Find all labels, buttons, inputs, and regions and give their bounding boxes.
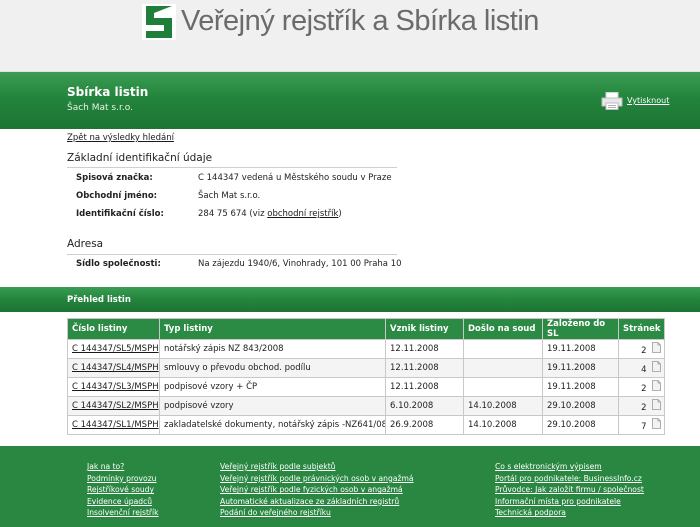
divider bbox=[67, 167, 397, 168]
business-name-value: Šach Mat s.r.o. bbox=[198, 191, 261, 201]
company-subtitle: Šach Mat s.r.o. bbox=[67, 103, 133, 113]
documents-table: Číslo listiny Typ listiny Vznik listiny … bbox=[67, 318, 665, 435]
document-number-link[interactable]: C 144347/SL2/MSPH bbox=[72, 401, 159, 411]
document-pages-cell: 4 bbox=[618, 358, 665, 378]
footer-link[interactable]: Technická podpora bbox=[495, 507, 644, 519]
document-icon[interactable] bbox=[652, 399, 661, 410]
footer-link[interactable]: Informační místa pro podnikatele bbox=[495, 496, 644, 508]
company-id-value: 284 75 674 (viz obchodní rejstřík) bbox=[198, 209, 342, 219]
site-footer: Jak na to? Podmínky provozu Rejstříkové … bbox=[0, 446, 700, 527]
footer-link[interactable]: Rejstříkové soudy bbox=[87, 484, 159, 496]
site-title: Veřejný rejstřík a Sbírka listin bbox=[181, 5, 539, 37]
document-pages-cell: 2 bbox=[618, 377, 665, 397]
table-row: C 144347/SL2/MSPH podpisové vzory 6.10.2… bbox=[67, 396, 665, 416]
table-header-row: Číslo listiny Typ listiny Vznik listiny … bbox=[67, 318, 665, 340]
back-to-results-link[interactable]: Zpět na výsledky hledání bbox=[67, 133, 174, 143]
document-number-link[interactable]: C 144347/SL4/MSPH bbox=[72, 363, 159, 373]
document-icon[interactable] bbox=[652, 361, 661, 372]
document-type: notářský zápis NZ 843/2008 bbox=[159, 339, 386, 359]
footer-link[interactable]: Evidence úpadců bbox=[87, 496, 159, 508]
document-filed: 19.11.2008 bbox=[542, 358, 619, 378]
footer-link[interactable]: Jak na to? bbox=[87, 461, 159, 473]
document-received bbox=[463, 339, 543, 359]
table-row: C 144347/SL1/MSPH zakladatelské dokument… bbox=[67, 415, 665, 435]
footer-column-help: Jak na to? Podmínky provozu Rejstříkové … bbox=[87, 461, 159, 519]
document-pages-cell: 2 bbox=[618, 339, 665, 359]
print-link[interactable]: Vytisknout bbox=[627, 96, 669, 105]
identification-heading: Základní identifikační údaje bbox=[67, 152, 213, 164]
document-type: podpisové vzory + ČP bbox=[159, 377, 386, 397]
document-type: smlouvy o převodu obchod. podílu bbox=[159, 358, 386, 378]
documents-heading: Přehled listin bbox=[67, 295, 131, 305]
table-row: C 144347/SL3/MSPH podpisové vzory + ČP 1… bbox=[67, 377, 665, 397]
document-filed: 19.11.2008 bbox=[542, 377, 619, 397]
printer-icon[interactable] bbox=[601, 92, 623, 110]
document-type: podpisové vzory bbox=[159, 396, 386, 416]
business-name-label: Obchodní jméno: bbox=[76, 191, 158, 201]
document-number-link[interactable]: C 144347/SL1/MSPH bbox=[72, 420, 159, 430]
footer-link[interactable]: Portál pro podnikatele: BusinessInfo.cz bbox=[495, 473, 644, 485]
address-heading: Adresa bbox=[67, 238, 104, 250]
file-number-label: Spisová značka: bbox=[76, 173, 153, 183]
document-pages: 4 bbox=[641, 365, 647, 375]
footer-link[interactable]: Podání do veřejného rejstříku bbox=[220, 507, 414, 519]
footer-link[interactable]: Insolvenční rejstřík bbox=[87, 507, 159, 519]
document-received: 14.10.2008 bbox=[463, 396, 543, 416]
column-header-pages: Stránek bbox=[618, 318, 665, 340]
footer-column-business: Co s elektronickým výpisem Portál pro po… bbox=[495, 461, 644, 519]
document-pages-cell: 2 bbox=[618, 396, 665, 416]
document-created: 12.11.2008 bbox=[385, 358, 464, 378]
footer-link[interactable]: Co s elektronickým výpisem bbox=[495, 461, 644, 473]
footer-link[interactable]: Průvodce: Jak založit firmu / společnost bbox=[495, 484, 644, 496]
document-created: 12.11.2008 bbox=[385, 339, 464, 359]
document-pages: 7 bbox=[641, 422, 647, 432]
footer-link[interactable]: Veřejný rejstřík podle právnických osob … bbox=[220, 473, 414, 485]
document-received: 14.10.2008 bbox=[463, 415, 543, 435]
footer-link[interactable]: Veřejný rejstřík podle subjektů bbox=[220, 461, 414, 473]
column-header-filed: Založeno do SL bbox=[542, 318, 619, 340]
document-pages: 2 bbox=[641, 346, 647, 356]
company-id-number: 284 75 674 (viz bbox=[198, 209, 268, 219]
ministry-logo-icon[interactable] bbox=[142, 4, 176, 40]
footer-link[interactable]: Podmínky provozu bbox=[87, 473, 159, 485]
document-received bbox=[463, 377, 543, 397]
document-created: 6.10.2008 bbox=[385, 396, 464, 416]
page-banner: Sbírka listin Šach Mat s.r.o. Vytisknout bbox=[0, 72, 700, 129]
document-number-link[interactable]: C 144347/SL5/MSPH bbox=[72, 344, 159, 354]
table-row: C 144347/SL5/MSPH notářský zápis NZ 843/… bbox=[67, 339, 665, 359]
site-header: Veřejný rejstřík a Sbírka listin bbox=[0, 0, 700, 72]
footer-link[interactable]: Automatické aktualizace ze základních re… bbox=[220, 496, 414, 508]
company-id-suffix: ) bbox=[338, 209, 342, 219]
commercial-register-link[interactable]: obchodní rejstřík bbox=[267, 209, 338, 219]
document-icon[interactable] bbox=[652, 380, 661, 391]
document-filed: 29.10.2008 bbox=[542, 396, 619, 416]
registered-office-value: Na zájezdu 1940/6, Vinohrady, 101 00 Pra… bbox=[198, 259, 402, 269]
footer-column-register: Veřejný rejstřík podle subjektů Veřejný … bbox=[220, 461, 414, 519]
documents-band: Přehled listin bbox=[0, 287, 700, 312]
page-title: Sbírka listin bbox=[67, 85, 149, 99]
footer-link[interactable]: Veřejný rejstřík podle fyzických osob v … bbox=[220, 484, 414, 496]
file-number-value: C 144347 vedená u Městského soudu v Praz… bbox=[198, 173, 392, 183]
document-type: zakladatelské dokumenty, notářský zápis … bbox=[159, 415, 386, 435]
document-icon[interactable] bbox=[652, 342, 661, 353]
document-created: 26.9.2008 bbox=[385, 415, 464, 435]
document-received bbox=[463, 358, 543, 378]
document-pages: 2 bbox=[641, 384, 647, 394]
document-pages: 2 bbox=[641, 403, 647, 413]
column-header-received: Došlo na soud bbox=[463, 318, 543, 340]
column-header-type: Typ listiny bbox=[159, 318, 386, 340]
divider bbox=[67, 254, 397, 255]
document-icon[interactable] bbox=[652, 418, 661, 429]
document-number-link[interactable]: C 144347/SL3/MSPH bbox=[72, 382, 159, 392]
column-header-number: Číslo listiny bbox=[67, 318, 160, 340]
document-created: 12.11.2008 bbox=[385, 377, 464, 397]
document-filed: 19.11.2008 bbox=[542, 339, 619, 359]
registered-office-label: Sídlo společnosti: bbox=[76, 259, 161, 269]
column-header-created: Vznik listiny bbox=[385, 318, 464, 340]
company-id-label: Identifikační číslo: bbox=[76, 209, 164, 219]
document-filed: 29.10.2008 bbox=[542, 415, 619, 435]
table-row: C 144347/SL4/MSPH smlouvy o převodu obch… bbox=[67, 358, 665, 378]
document-pages-cell: 7 bbox=[618, 415, 665, 435]
